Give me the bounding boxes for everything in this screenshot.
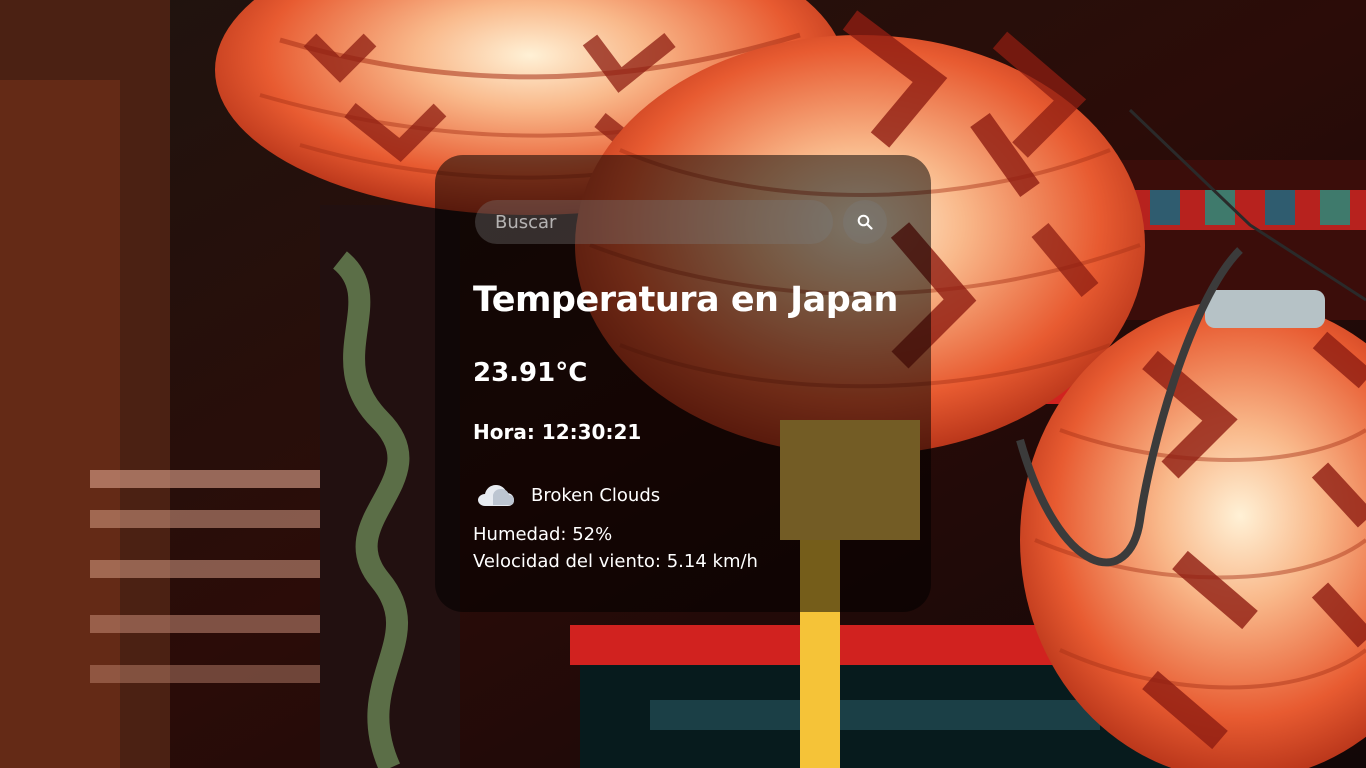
local-time: Hora: 12:30:21 [473,420,642,444]
weather-description-row: Broken Clouds [477,480,660,510]
search-input[interactable] [475,200,833,244]
humidity-value: Humedad: 52% [473,524,613,545]
page-title: Temperatura en Japan [473,280,898,320]
cloud-icon [478,485,514,506]
search-icon [857,214,873,230]
weather-card: Temperatura en Japan 23.91°C Hora: 12:30… [435,155,931,612]
search-button[interactable] [843,200,887,244]
temperature-value: 23.91°C [473,358,588,388]
wind-speed-value: Velocidad del viento: 5.14 km/h [473,551,758,572]
weather-description: Broken Clouds [531,484,661,506]
search-bar [475,200,895,244]
